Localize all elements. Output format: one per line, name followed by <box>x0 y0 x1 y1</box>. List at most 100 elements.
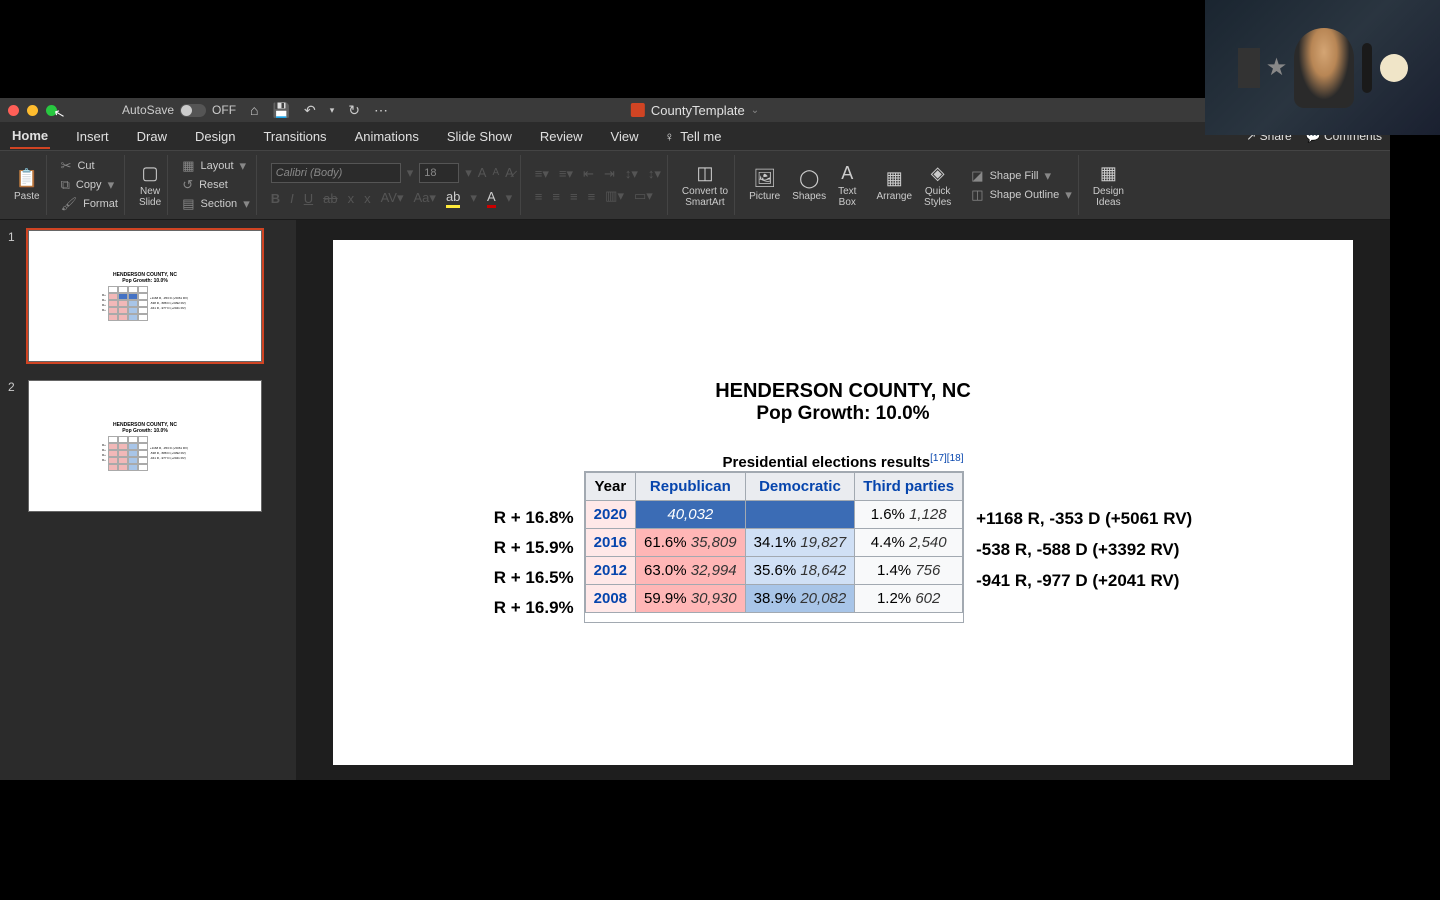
slide-thumbnail-2[interactable]: HENDERSON COUNTY, NC Pop Growth: 10.0% R… <box>28 380 262 512</box>
table-row: 2008 59.9% 30,930 38.9% 20,082 1.2% 602 <box>585 585 962 613</box>
tab-transitions[interactable]: Transitions <box>261 125 328 148</box>
shape-fill-button[interactable]: ◪Shape Fill▾ <box>971 168 1051 184</box>
font-family-select[interactable]: Calibri (Body) <box>271 163 401 183</box>
shape-outline-button[interactable]: ◫Shape Outline▾ <box>971 187 1072 203</box>
format-painter-button[interactable]: 🖌Format <box>61 196 118 212</box>
delta-notes-column[interactable]: +1168 R, -353 D (+5061 RV) -538 R, -588 … <box>964 471 1192 623</box>
autosave-state: OFF <box>212 103 236 117</box>
reset-button[interactable]: ↺Reset <box>182 177 228 193</box>
moon-decoration <box>1380 54 1408 82</box>
textbox-button[interactable]: AText Box <box>838 163 856 208</box>
tab-draw[interactable]: Draw <box>135 125 169 148</box>
slide-title[interactable]: HENDERSON COUNTY, NC <box>333 380 1353 403</box>
document-title[interactable]: CountyTemplate ⌄ <box>631 103 759 118</box>
chevron-down-icon[interactable]: ⌄ <box>751 105 759 116</box>
layout-button[interactable]: ▦Layout▾ <box>182 158 246 174</box>
font-color-button[interactable]: A <box>487 189 496 208</box>
webcam-overlay: ★ <box>1205 0 1440 135</box>
citation-link[interactable]: [18] <box>947 453 964 464</box>
redo-icon[interactable]: ↻ <box>348 102 360 119</box>
chevron-down-icon[interactable]: ▾ <box>506 190 513 206</box>
margin-value: R + 16.8% <box>494 503 574 533</box>
paste-button[interactable]: 📋 Paste <box>14 168 40 202</box>
section-button[interactable]: ▤Section▾ <box>182 196 250 212</box>
decrease-font-icon[interactable]: A <box>492 167 499 178</box>
outdent-button[interactable]: ⇤ <box>583 166 594 182</box>
convert-smartart-button[interactable]: ◫ Convert to SmartArt <box>682 163 728 208</box>
clear-format-icon[interactable]: A̷ <box>505 165 514 180</box>
slide-subtitle[interactable]: Pop Growth: 10.0% <box>333 403 1353 425</box>
text-direction-button[interactable]: ↕▾ <box>648 166 661 182</box>
columns-button[interactable]: ▥▾ <box>605 188 624 204</box>
bold-button[interactable]: B <box>271 191 280 206</box>
margin-left-column[interactable]: R + 16.8% R + 15.9% R + 16.5% R + 16.9% <box>494 471 584 623</box>
align-right-button[interactable]: ≡ <box>570 189 578 204</box>
copy-icon: ⧉ <box>61 177 70 193</box>
home-icon[interactable]: ⌂ <box>250 102 258 118</box>
chevron-down-icon: ▾ <box>1065 187 1072 203</box>
autosave-toggle[interactable] <box>180 104 206 117</box>
indent-button[interactable]: ⇥ <box>604 166 615 182</box>
align-text-button[interactable]: ▭▾ <box>634 188 653 204</box>
char-spacing-button[interactable]: AV▾ <box>381 190 404 206</box>
align-center-button[interactable]: ≡ <box>552 189 560 204</box>
line-spacing-button[interactable]: ↕▾ <box>625 166 638 182</box>
underline-button[interactable]: U <box>304 191 313 206</box>
slide-content[interactable]: HENDERSON COUNTY, NC Pop Growth: 10.0% P… <box>333 240 1353 765</box>
tab-animations[interactable]: Animations <box>353 125 421 148</box>
tab-insert[interactable]: Insert <box>74 125 111 148</box>
subscript-button[interactable]: x <box>348 191 355 206</box>
tab-review[interactable]: Review <box>538 125 585 148</box>
quick-styles-button[interactable]: ◈Quick Styles <box>924 163 951 208</box>
close-window-button[interactable] <box>8 105 19 116</box>
slide-thumbnail-1[interactable]: HENDERSON COUNTY, NC Pop Growth: 10.0% R… <box>28 230 262 362</box>
rep-cell: 59.9% 30,930 <box>636 585 746 613</box>
tab-view[interactable]: View <box>609 125 641 148</box>
chevron-down-icon[interactable]: ▾ <box>407 165 414 181</box>
minimize-window-button[interactable] <box>27 105 38 116</box>
third-cell: 1.4% 756 <box>855 557 963 585</box>
th-third: Third parties <box>855 473 963 501</box>
align-left-button[interactable]: ≡ <box>535 189 543 204</box>
results-table[interactable]: Year Republican Democratic Third parties… <box>585 472 963 613</box>
strike-button[interactable]: ab <box>323 191 337 206</box>
bullets-button[interactable]: ≡▾ <box>535 166 549 182</box>
slide-thumbnail-panel[interactable]: 1 HENDERSON COUNTY, NC Pop Growth: 10.0%… <box>0 220 296 780</box>
numbering-button[interactable]: ≡▾ <box>559 166 573 182</box>
superscript-button[interactable]: x <box>364 191 371 206</box>
picture-button[interactable]: 🖼Picture <box>749 168 780 202</box>
cut-button[interactable]: ✂Cut <box>61 158 95 174</box>
window-controls <box>8 105 57 116</box>
tab-home[interactable]: Home <box>10 124 50 149</box>
tab-design[interactable]: Design <box>193 125 237 148</box>
chevron-down-icon[interactable]: ▾ <box>470 190 477 206</box>
change-case-button[interactable]: Aa▾ <box>414 190 436 206</box>
increase-font-icon[interactable]: A <box>478 165 487 180</box>
table-row: 2016 61.6% 35,809 34.1% 19,827 4.4% 2,54… <box>585 529 962 557</box>
tell-me-search[interactable]: ♀ Tell me <box>665 129 722 144</box>
copy-button[interactable]: ⧉Copy▾ <box>61 177 115 193</box>
citation-link[interactable]: [17] <box>930 453 947 464</box>
more-icon[interactable]: ⋯ <box>374 102 388 119</box>
justify-button[interactable]: ≡ <box>588 189 596 204</box>
undo-dropdown-icon[interactable]: ▾ <box>330 105 335 116</box>
arrange-button[interactable]: ▦Arrange <box>876 168 912 202</box>
italic-button[interactable]: I <box>290 191 294 206</box>
dem-cell <box>745 501 855 529</box>
table-caption[interactable]: Presidential elections results[17][18] <box>333 453 1353 471</box>
tab-slideshow[interactable]: Slide Show <box>445 125 514 148</box>
new-slide-button[interactable]: ▢ New Slide <box>139 163 161 208</box>
font-size-select[interactable]: 18 <box>419 163 459 183</box>
shapes-button[interactable]: ◯Shapes <box>792 168 826 202</box>
undo-icon[interactable]: ↶ <box>304 102 316 119</box>
autosave-control[interactable]: AutoSave OFF <box>122 103 236 117</box>
design-ideas-button[interactable]: ▦Design Ideas <box>1093 163 1124 208</box>
save-icon[interactable]: 💾 <box>273 102 290 119</box>
slide-canvas-area[interactable]: HENDERSON COUNTY, NC Pop Growth: 10.0% P… <box>296 220 1390 780</box>
third-cell: 4.4% 2,540 <box>855 529 963 557</box>
reset-icon: ↺ <box>182 177 193 193</box>
delta-note: -941 R, -977 D (+2041 RV) <box>976 565 1192 596</box>
highlight-button[interactable]: ab <box>446 189 460 208</box>
ribbon-home: 📋 Paste ✂Cut ⧉Copy▾ 🖌Format ▢ New Slide … <box>0 151 1390 220</box>
chevron-down-icon[interactable]: ▾ <box>465 165 472 181</box>
